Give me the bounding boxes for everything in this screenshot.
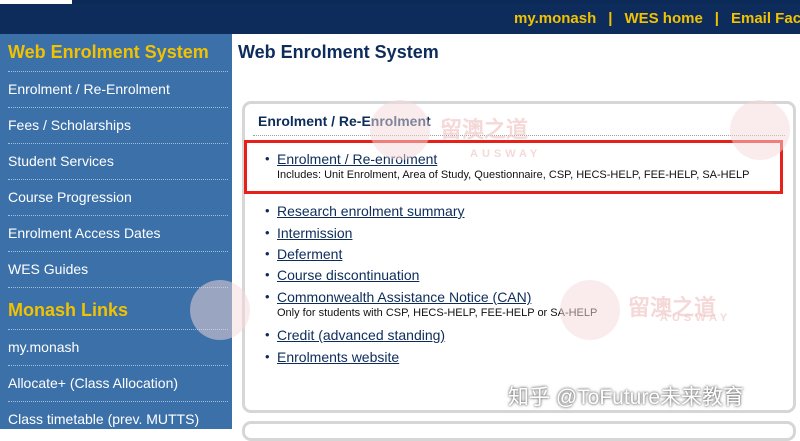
- sidebar-link-allocate[interactable]: Allocate+ (Class Allocation): [8, 366, 228, 402]
- sidebar-item-fees[interactable]: Fees / Scholarships: [8, 108, 228, 144]
- sidebar-link-my-monash[interactable]: my.monash: [8, 330, 228, 366]
- bullet-icon: •: [265, 225, 270, 240]
- top-link-wes-home[interactable]: WES home: [624, 10, 702, 27]
- sidebar-item-enrolment[interactable]: Enrolment / Re-Enrolment: [8, 72, 228, 108]
- sidebar-item-access-dates[interactable]: Enrolment Access Dates: [8, 216, 228, 252]
- link-deferment[interactable]: Deferment: [277, 246, 342, 262]
- bullet-icon: •: [265, 246, 270, 261]
- sidebar-item-student-services[interactable]: Student Services: [8, 144, 228, 180]
- watermark-text: AUSWAY: [660, 312, 732, 324]
- list-item: • Enrolments website: [265, 349, 399, 365]
- credit-watermark: 知乎 @ToFuture未来教育: [508, 386, 745, 409]
- bullet-icon: •: [265, 327, 270, 342]
- sidebar: Web Enrolment System Enrolment / Re-Enro…: [0, 34, 232, 429]
- sidebar-title: Web Enrolment System: [8, 42, 228, 72]
- watermark-logo-icon: [370, 100, 430, 160]
- sidebar-item-course-progression[interactable]: Course Progression: [8, 180, 228, 216]
- list-item: • Course discontinuation: [265, 267, 419, 283]
- list-item: • Deferment: [265, 246, 342, 262]
- watermark-logo-icon: [190, 280, 250, 340]
- link-intermission[interactable]: Intermission: [277, 225, 352, 241]
- watermark-text: 留澳之道: [440, 117, 529, 142]
- bullet-icon: •: [265, 349, 270, 364]
- list-item: • Commonwealth Assistance Notice (CAN) O…: [265, 289, 598, 320]
- bullet-icon: •: [265, 289, 270, 304]
- sidebar-link-class-timetable[interactable]: Class timetable (prev. MUTTS): [8, 402, 228, 437]
- secondary-panel: [242, 421, 796, 441]
- watermark-logo-icon: [730, 100, 790, 160]
- link-commonwealth-assistance-notice[interactable]: Commonwealth Assistance Notice (CAN): [277, 289, 531, 305]
- bullet-icon: •: [265, 203, 270, 218]
- list-item: • Research enrolment summary: [265, 203, 465, 219]
- watermark-text: AUSWAY: [470, 148, 542, 160]
- bullet-icon: •: [265, 267, 270, 282]
- link-research-enrolment-summary[interactable]: Research enrolment summary: [277, 203, 465, 219]
- watermark-logo-icon: [560, 280, 620, 340]
- top-link-email-fac[interactable]: Email Fac: [731, 10, 800, 27]
- nav-separator: |: [714, 10, 719, 27]
- link-credit-advanced-standing[interactable]: Credit (advanced standing): [277, 327, 445, 343]
- sidebar-item-wes-guides[interactable]: WES Guides: [8, 252, 228, 288]
- page-title: Web Enrolment System: [238, 42, 439, 62]
- link-enrolments-website[interactable]: Enrolments website: [277, 349, 399, 365]
- item-description: Only for students with CSP, HECS-HELP, F…: [277, 307, 598, 319]
- list-item: • Intermission: [265, 225, 352, 241]
- top-link-my-monash[interactable]: my.monash: [514, 10, 596, 27]
- link-course-discontinuation[interactable]: Course discontinuation: [277, 267, 419, 283]
- list-item: • Credit (advanced standing): [265, 327, 445, 343]
- top-nav-bar: my.monash | WES home | Email Fac: [0, 4, 800, 34]
- nav-separator: |: [608, 10, 613, 27]
